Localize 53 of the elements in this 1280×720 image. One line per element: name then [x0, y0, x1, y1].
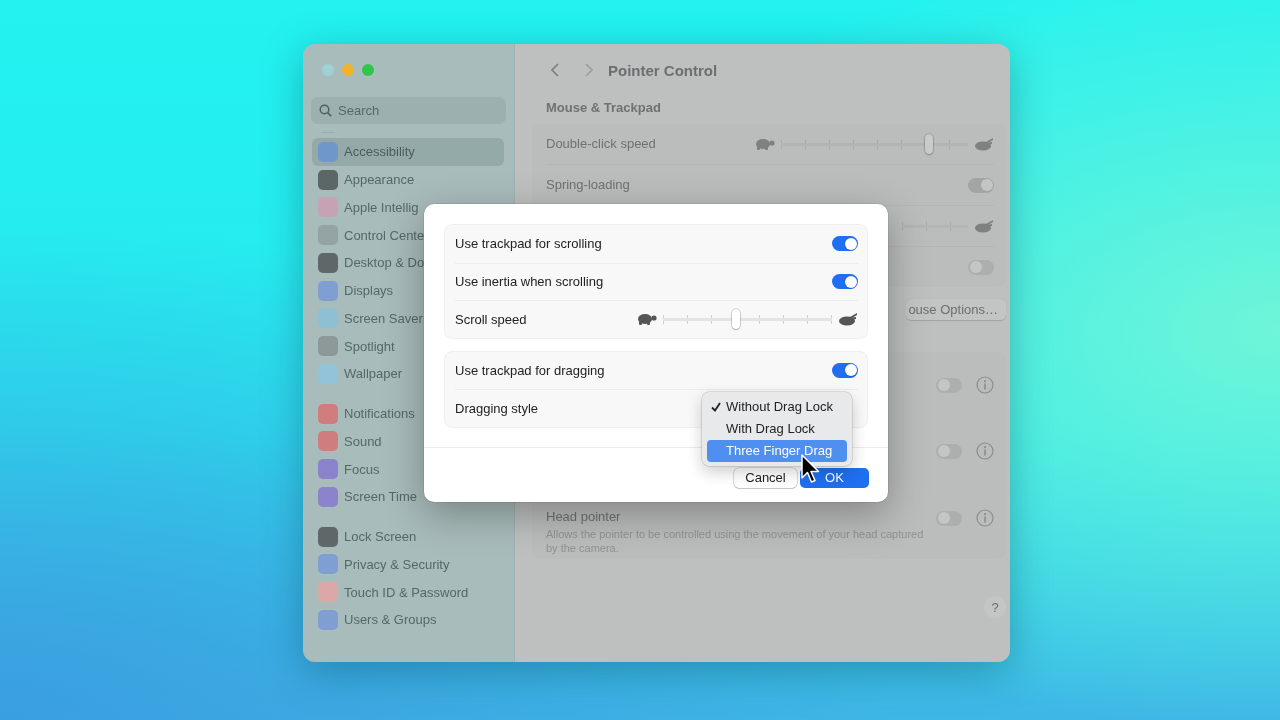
toggle-switch[interactable]: [936, 443, 962, 459]
sidebar-item[interactable]: Apple Intellig: [312, 193, 504, 222]
sidebar-item[interactable]: Lock Screen: [312, 522, 504, 551]
options-button[interactable]: ouse Options…: [906, 299, 1006, 320]
slider-thumb[interactable]: [924, 134, 933, 154]
sidebar-item[interactable]: Users & Groups: [312, 606, 504, 634]
info-icon[interactable]: [976, 442, 994, 460]
slider-thumb[interactable]: [731, 309, 740, 330]
turtle-icon: [755, 138, 775, 150]
sidebar-item[interactable]: Accessibility: [312, 138, 504, 166]
info-icon[interactable]: [976, 509, 994, 527]
setting-label: Use trackpad for scrolling: [455, 236, 602, 252]
rabbit-icon: [974, 137, 994, 151]
help-button[interactable]: ?: [984, 596, 1006, 618]
window-minimize-button[interactable]: [342, 64, 354, 76]
sidebar-item[interactable]: Sound: [312, 427, 504, 456]
toggle-switch[interactable]: [968, 177, 994, 193]
setting-label: Dragging style: [455, 400, 539, 416]
setting-label: Scroll speed: [455, 311, 527, 327]
window-close-button[interactable]: [322, 64, 334, 76]
cancel-button[interactable]: Cancel: [734, 467, 797, 488]
setting-label: Head pointer: [546, 509, 622, 525]
sidebar-item[interactable]: Desktop & Do: [312, 249, 504, 277]
search-icon: [319, 104, 332, 117]
setting-label: Use trackpad for dragging: [455, 362, 605, 378]
chevron-right-icon: [585, 63, 593, 77]
rabbit-icon: [838, 312, 858, 327]
chevron-left-icon: [551, 63, 559, 77]
sidebar-item[interactable]: Screen Time: [312, 483, 504, 511]
sidebar-item[interactable]: Appearance: [312, 165, 504, 194]
toggle-switch[interactable]: [968, 259, 994, 275]
section-heading: Mouse & Trackpad: [546, 100, 662, 116]
menu-item[interactable]: Without Drag Lock: [707, 396, 847, 418]
toggle-switch[interactable]: [936, 510, 962, 526]
menu-item[interactable]: With Drag Lock: [707, 418, 847, 440]
info-icon[interactable]: [976, 376, 994, 394]
toggle-switch[interactable]: [936, 377, 962, 393]
sidebar-item[interactable]: Touch ID & Password: [312, 578, 504, 606]
turtle-icon: [637, 313, 657, 326]
page-title: Pointer Control: [608, 61, 718, 79]
toggle-switch[interactable]: [832, 274, 858, 290]
rabbit-icon: [974, 219, 994, 233]
setting-label: Double-click speed: [546, 136, 656, 152]
setting-label: Spring-loading: [546, 177, 630, 193]
search-field[interactable]: Search: [311, 97, 506, 124]
sidebar-item[interactable]: Focus: [312, 455, 504, 483]
sidebar-item[interactable]: Privacy & Security: [312, 550, 504, 579]
setting-label: Use inertia when scrolling: [455, 274, 604, 290]
sidebar-item[interactable]: Spotlight: [312, 332, 504, 360]
menu-item[interactable]: Three Finger Drag: [707, 440, 847, 462]
toggle-switch[interactable]: [832, 362, 858, 378]
toggle-switch[interactable]: [832, 236, 858, 252]
window-zoom-button[interactable]: [362, 64, 374, 76]
